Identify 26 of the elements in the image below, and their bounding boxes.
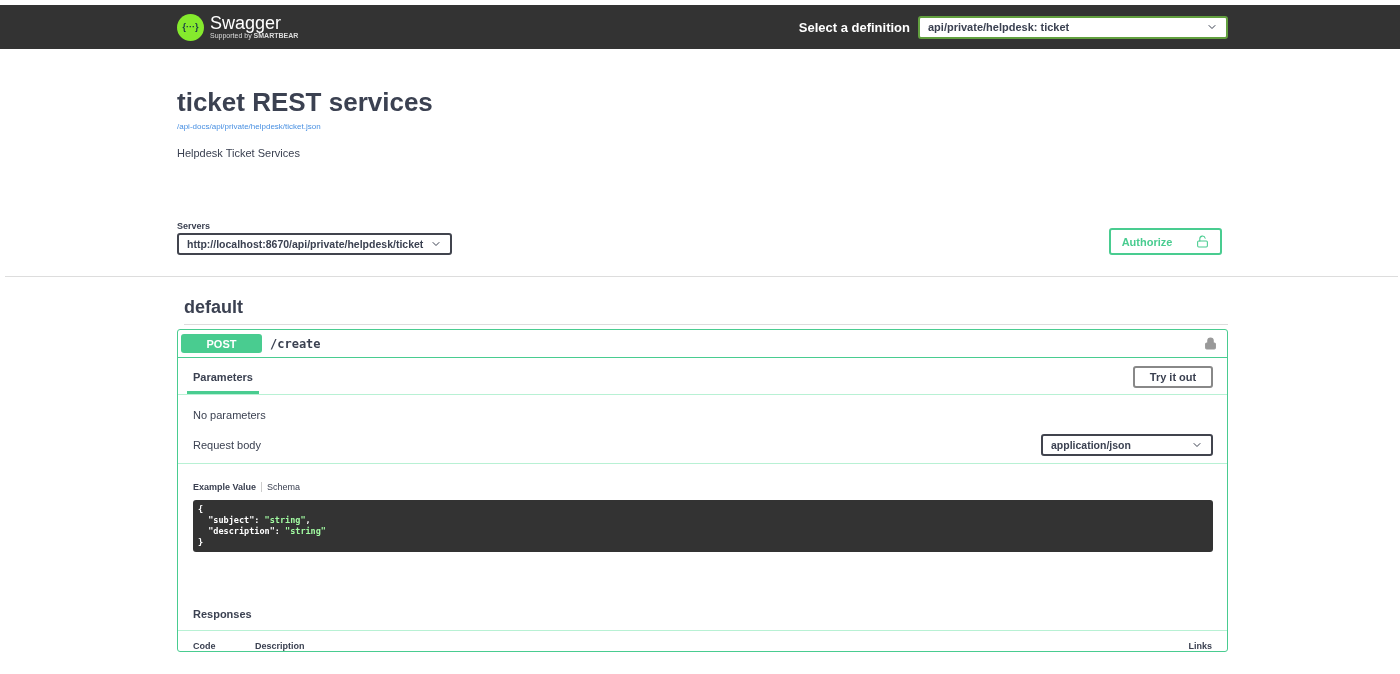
column-header: Description — [255, 641, 305, 651]
example-code-block: { "subject": "string", "description": "string" } — [193, 500, 1213, 552]
logo-mark: {···} — [177, 13, 204, 41]
definition-select[interactable]: api/private/helpdesk: ticket — [918, 15, 1228, 39]
brand-name: Swagger — [210, 14, 283, 32]
parameters-tab[interactable]: Parameters — [187, 365, 259, 394]
servers-label: Servers — [177, 221, 212, 231]
definition-label: Select a definition — [798, 19, 910, 35]
example-tab[interactable]: Example Value — [193, 482, 263, 492]
column-header: Links — [1188, 641, 1212, 651]
spec-url-link[interactable]: /api-docs/api/private/helpdesk/ticket.json — [177, 122, 1228, 131]
endpoint-path[interactable]: /create — [270, 336, 1204, 351]
responses-title: Responses — [178, 552, 1227, 631]
page-title: ticket REST services — [177, 87, 434, 118]
description-text: Helpdesk Ticket Services — [177, 147, 301, 159]
servers-select[interactable]: http://localhost:8670/api/private/helpdesk/ticket — [177, 233, 452, 255]
request-body-label: Request body — [193, 439, 261, 451]
method-badge: POST — [181, 334, 262, 353]
section-title[interactable]: default — [184, 297, 1228, 325]
content-type-select[interactable]: application/json — [1041, 434, 1213, 456]
no-parameters-text: No parameters — [193, 409, 266, 421]
try-it-out-button[interactable]: Try it out — [1133, 365, 1213, 388]
lock-icon[interactable] — [1204, 337, 1217, 350]
column-header: Code — [193, 641, 217, 651]
lock-icon — [1196, 235, 1210, 248]
example-tab[interactable]: Schema — [262, 482, 306, 492]
